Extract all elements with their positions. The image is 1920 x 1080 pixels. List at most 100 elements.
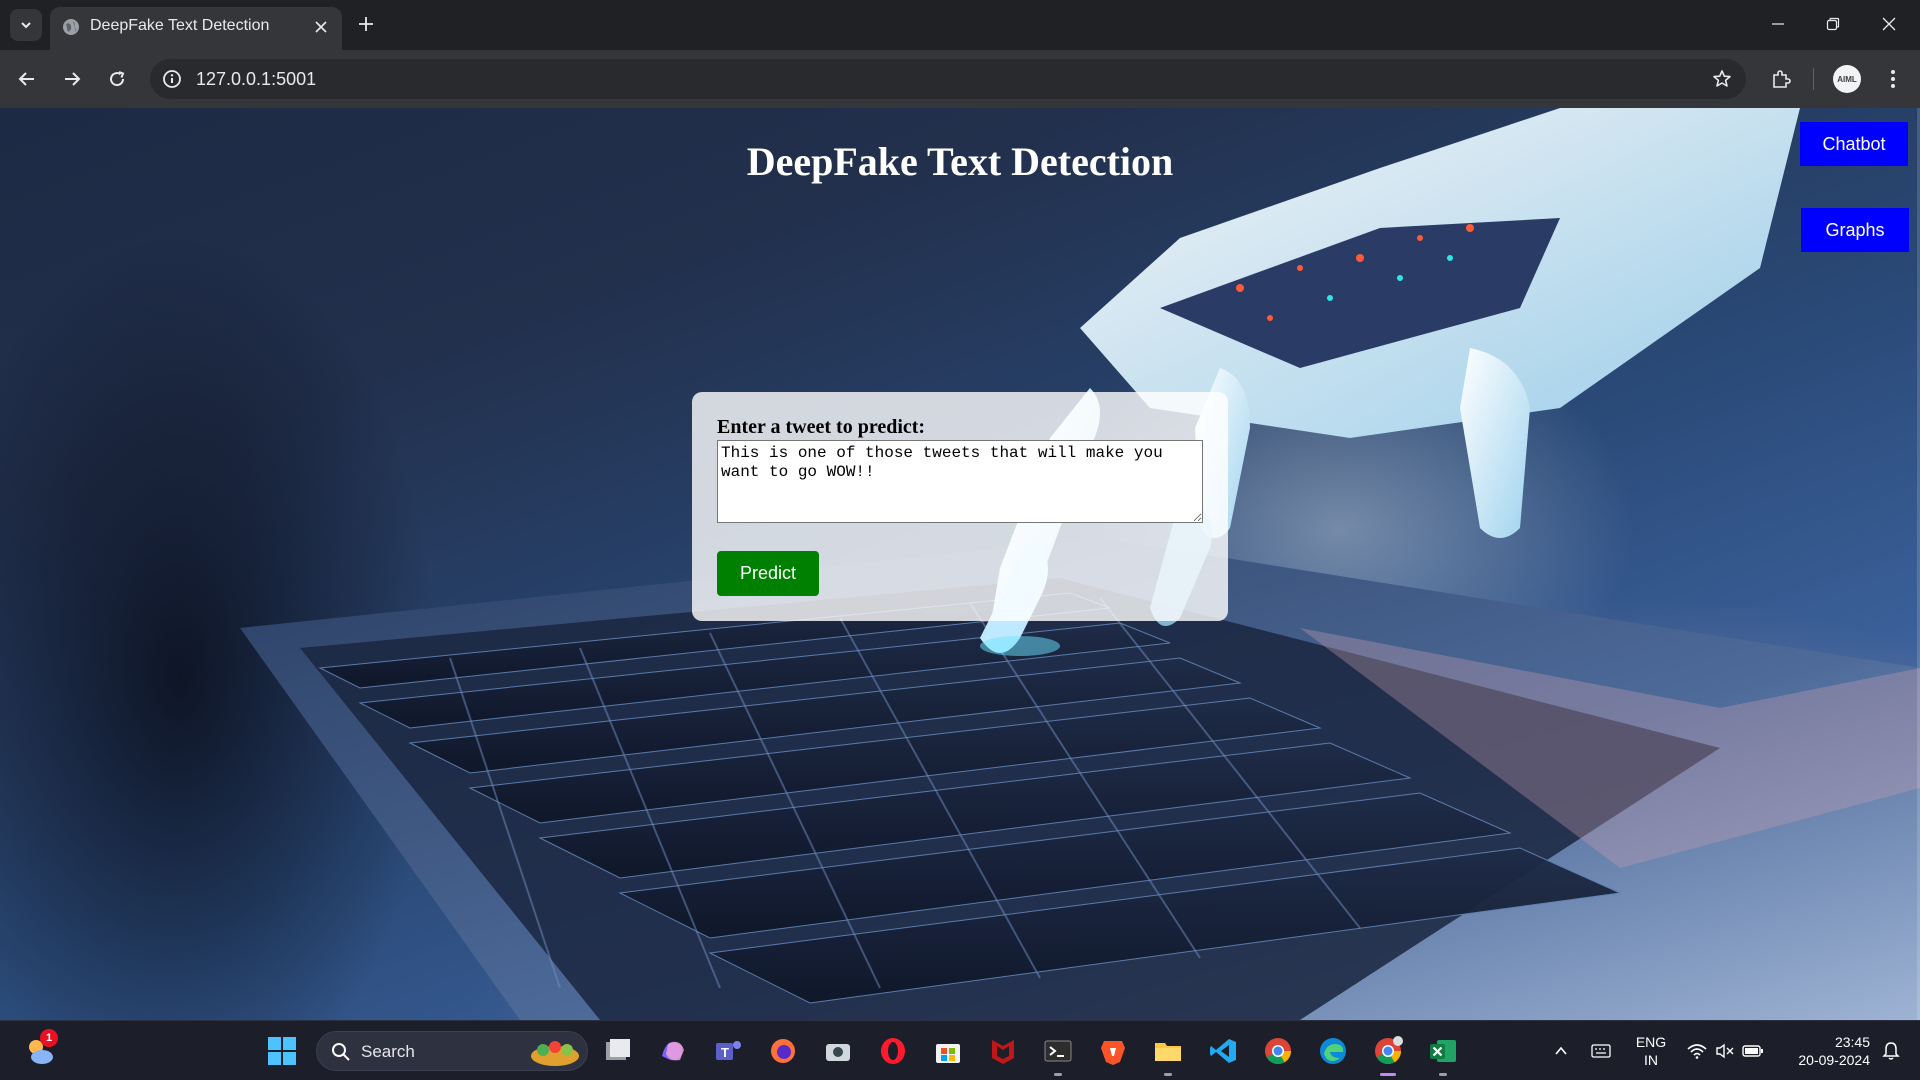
folder-icon [1155,1043,1181,1061]
reload-icon [110,71,125,87]
prediction-form: Enter a tweet to predict: This is one of… [692,392,1228,621]
chrome-profile-icon [1375,1036,1403,1065]
chatbot-button[interactable]: Chatbot [1800,122,1908,166]
browser-tab-strip: DeepFake Text Detection [0,0,1920,50]
bookmark-star-icon[interactable] [1710,67,1734,91]
taskbar-app-teams[interactable]: T [712,1035,744,1067]
taskbar-app-chrome[interactable] [1262,1035,1294,1067]
restore-icon [1826,17,1840,31]
reload-button[interactable] [102,64,132,94]
taskbar-app-file-explorer[interactable] [602,1035,634,1067]
plus-icon [359,17,373,31]
minimize-window-button[interactable] [1766,12,1790,36]
new-tab-button[interactable] [354,12,378,36]
start-button[interactable] [266,1035,298,1067]
bell-icon [1882,1042,1900,1060]
taskbar-app-folder[interactable] [1152,1035,1184,1076]
opera-icon [881,1038,905,1064]
volume-muted-icon [1716,1043,1734,1059]
weather-widget[interactable]: 1 [24,1029,58,1067]
tab-search-button[interactable] [10,9,42,41]
taskbar-app-vscode[interactable] [1207,1035,1239,1067]
minimize-icon [1772,23,1784,25]
page-viewport: DeepFake Text Detection Chatbot Graphs E… [0,108,1920,1020]
taskbar-app-opera[interactable] [877,1035,909,1067]
close-window-button[interactable] [1877,12,1901,36]
taskbar-app-edge[interactable] [1317,1035,1349,1067]
show-hidden-icons-button[interactable] [1546,1035,1576,1067]
running-indicator [1164,1073,1172,1076]
taskbar-app-mcafee[interactable] [987,1035,1019,1067]
task-view-icon [606,1039,630,1060]
svg-text:T: T [721,1045,729,1060]
toolbar-divider [1813,68,1814,90]
close-tab-icon[interactable] [312,18,330,36]
browser-tab[interactable]: DeepFake Text Detection [50,7,342,50]
predict-button[interactable]: Predict [717,551,819,596]
browser-menu-button[interactable] [1878,64,1908,94]
wifi-status[interactable] [1684,1035,1710,1067]
notifications-button[interactable] [1876,1035,1906,1067]
taskbar-app-terminal[interactable] [1042,1035,1074,1076]
running-indicator [1439,1073,1447,1076]
battery-icon [1742,1045,1763,1057]
forward-button[interactable] [57,64,87,94]
taskbar-app-store[interactable] [932,1035,964,1067]
brave-icon [1101,1041,1125,1065]
taskbar-app-excel[interactable] [1427,1035,1459,1076]
back-button[interactable] [12,64,42,94]
firefox-icon [771,1039,795,1063]
vscode-icon [1210,1039,1236,1063]
address-bar[interactable]: 127.0.0.1:5001 [150,59,1746,99]
taskbar-app-chrome-active[interactable] [1372,1035,1404,1076]
site-info-icon[interactable] [160,67,184,91]
active-app-indicator [1380,1073,1396,1076]
language-code: ENG [1635,1034,1667,1050]
wifi-icon [1687,1044,1707,1059]
windows-taskbar: 1 Search T ENG IN 23:45 20-09-2024 [0,1020,1920,1080]
clock[interactable]: 23:45 20-09-2024 [1784,1033,1870,1069]
clock-time: 23:45 [1834,1034,1870,1050]
search-highlight-icon [531,1041,579,1066]
search-icon [332,1043,350,1061]
taskbar-app-copilot[interactable] [657,1035,689,1067]
excel-icon [1430,1040,1456,1062]
taskbar-app-camera[interactable] [822,1035,854,1067]
browser-toolbar: 127.0.0.1:5001 AIML [0,50,1920,108]
volume-status[interactable] [1712,1035,1738,1067]
touch-keyboard-button[interactable] [1586,1035,1616,1067]
taskbar-app-brave[interactable] [1097,1035,1129,1067]
microsoft-store-icon [936,1044,960,1063]
camera-icon [826,1044,850,1061]
teams-icon: T [716,1041,741,1060]
restore-window-button[interactable] [1821,12,1845,36]
chevron-down-icon [21,22,31,29]
arrow-left-icon [18,72,34,86]
language-indicator[interactable]: ENG IN [1630,1033,1672,1069]
puzzle-icon [1773,70,1791,88]
tweet-textarea[interactable]: This is one of those tweets that will ma… [717,440,1203,523]
clock-date: 20-09-2024 [1798,1052,1870,1068]
running-indicator [1054,1073,1062,1076]
tweet-input-label: Enter a tweet to predict: [717,416,926,438]
edge-icon [1320,1038,1346,1064]
taskbar-search-box[interactable]: Search [316,1031,588,1071]
taskbar-search-label: Search [361,1042,415,1061]
close-icon [1882,17,1896,31]
profile-avatar[interactable]: AIML [1833,65,1861,93]
arrow-right-icon [65,72,81,86]
globe-icon [63,19,79,35]
graphs-button[interactable]: Graphs [1801,208,1909,252]
extensions-button[interactable] [1766,64,1796,94]
tab-title: DeepFake Text Detection [90,17,270,34]
taskbar-app-firefox[interactable] [767,1035,799,1067]
terminal-icon [1044,1040,1072,1062]
mcafee-icon [992,1040,1014,1064]
battery-status[interactable] [1740,1035,1766,1067]
url-text: 127.0.0.1:5001 [196,69,317,89]
page-title: DeepFake Text Detection [746,139,1174,184]
chrome-icon [1265,1038,1292,1065]
chevron-up-icon [1555,1046,1567,1055]
copilot-icon [662,1041,684,1061]
keyboard-icon [1591,1044,1611,1058]
